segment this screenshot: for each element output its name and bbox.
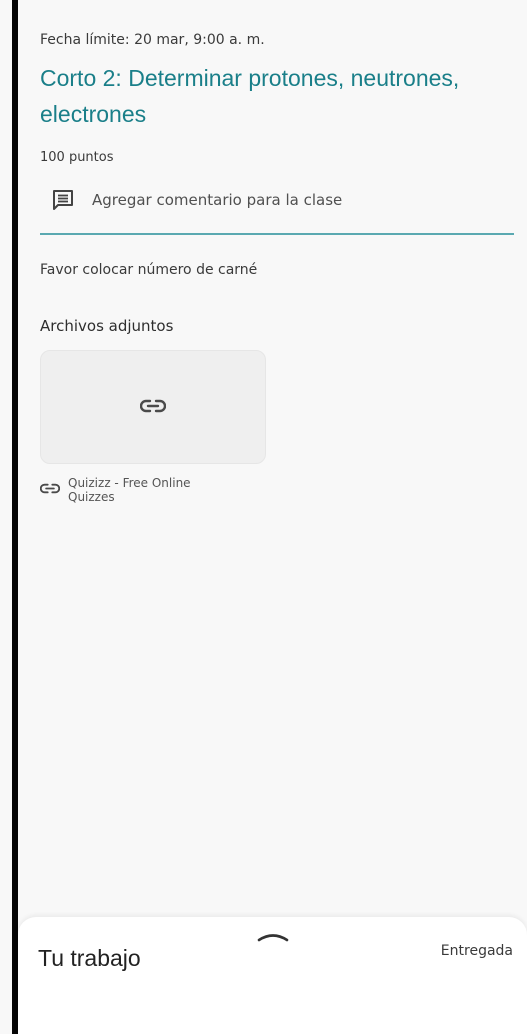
add-class-comment-button[interactable]: Agregar comentario para la clase	[52, 190, 342, 210]
chevron-up-icon[interactable]	[256, 928, 290, 947]
assignment-screen: Fecha límite: 20 mar, 9:00 a. m. Corto 2…	[0, 0, 527, 1034]
submission-status: Entregada	[440, 943, 513, 959]
due-date: Fecha límite: 20 mar, 9:00 a. m.	[40, 32, 265, 48]
attachment-card[interactable]	[40, 350, 266, 464]
section-divider	[40, 233, 514, 235]
link-icon	[39, 476, 61, 498]
attachments-heading: Archivos adjuntos	[40, 317, 174, 335]
comment-icon	[52, 190, 74, 210]
assignment-title: Corto 2: Determinar protones, neutrones,…	[40, 65, 460, 127]
attachment-name: Quizizz - Free Online Quizzes	[68, 476, 191, 504]
your-work-title: Tu trabajo	[38, 945, 141, 971]
link-icon	[139, 398, 167, 417]
points-label: 100 puntos	[40, 150, 114, 165]
left-border-bar	[12, 0, 18, 1034]
add-class-comment-label: Agregar comentario para la clase	[92, 191, 343, 209]
your-work-sheet[interactable]: Tu trabajo Entregada	[18, 917, 527, 1034]
assignment-instructions: Favor colocar número de carné	[40, 262, 258, 278]
attachment-link[interactable]: Quizizz - Free Online Quizzes	[39, 476, 238, 504]
